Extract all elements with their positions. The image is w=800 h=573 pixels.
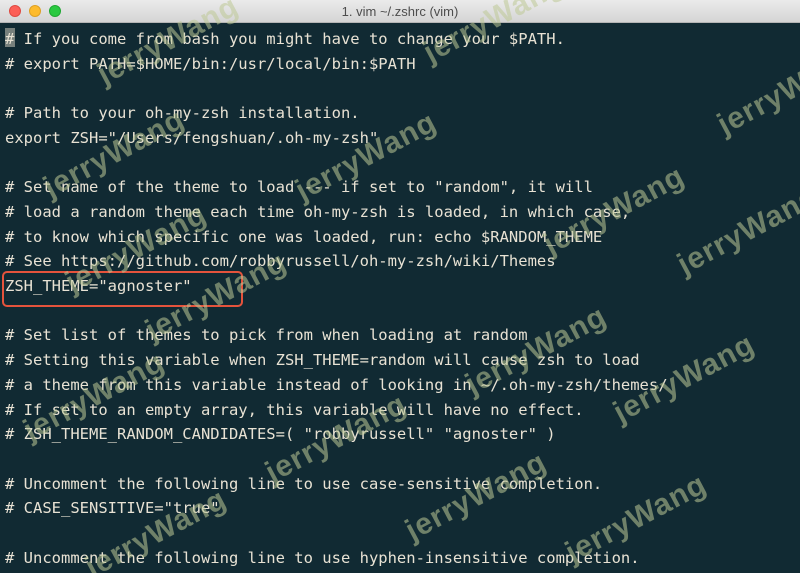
editor-line-17: # ZSH_THEME_RANDOM_CANDIDATES=( "robbyru…: [5, 425, 556, 444]
terminal-window: 1. vim ~/.zshrc (vim) # If you come from…: [0, 0, 800, 573]
editor-line-13: # Set list of themes to pick from when l…: [5, 326, 528, 345]
editor-line-2: # export PATH=$HOME/bin:/usr/local/bin:$…: [5, 54, 416, 73]
window-title: 1. vim ~/.zshrc (vim): [341, 4, 459, 19]
title-bar[interactable]: 1. vim ~/.zshrc (vim): [0, 0, 800, 23]
editor-line-9: # to know which specific one was loaded,…: [5, 227, 603, 246]
editor-line-8: # load a random theme each time oh-my-zs…: [5, 202, 631, 221]
editor-line-5: export ZSH="/Users/fengshuan/.oh-my-zsh": [5, 128, 379, 147]
